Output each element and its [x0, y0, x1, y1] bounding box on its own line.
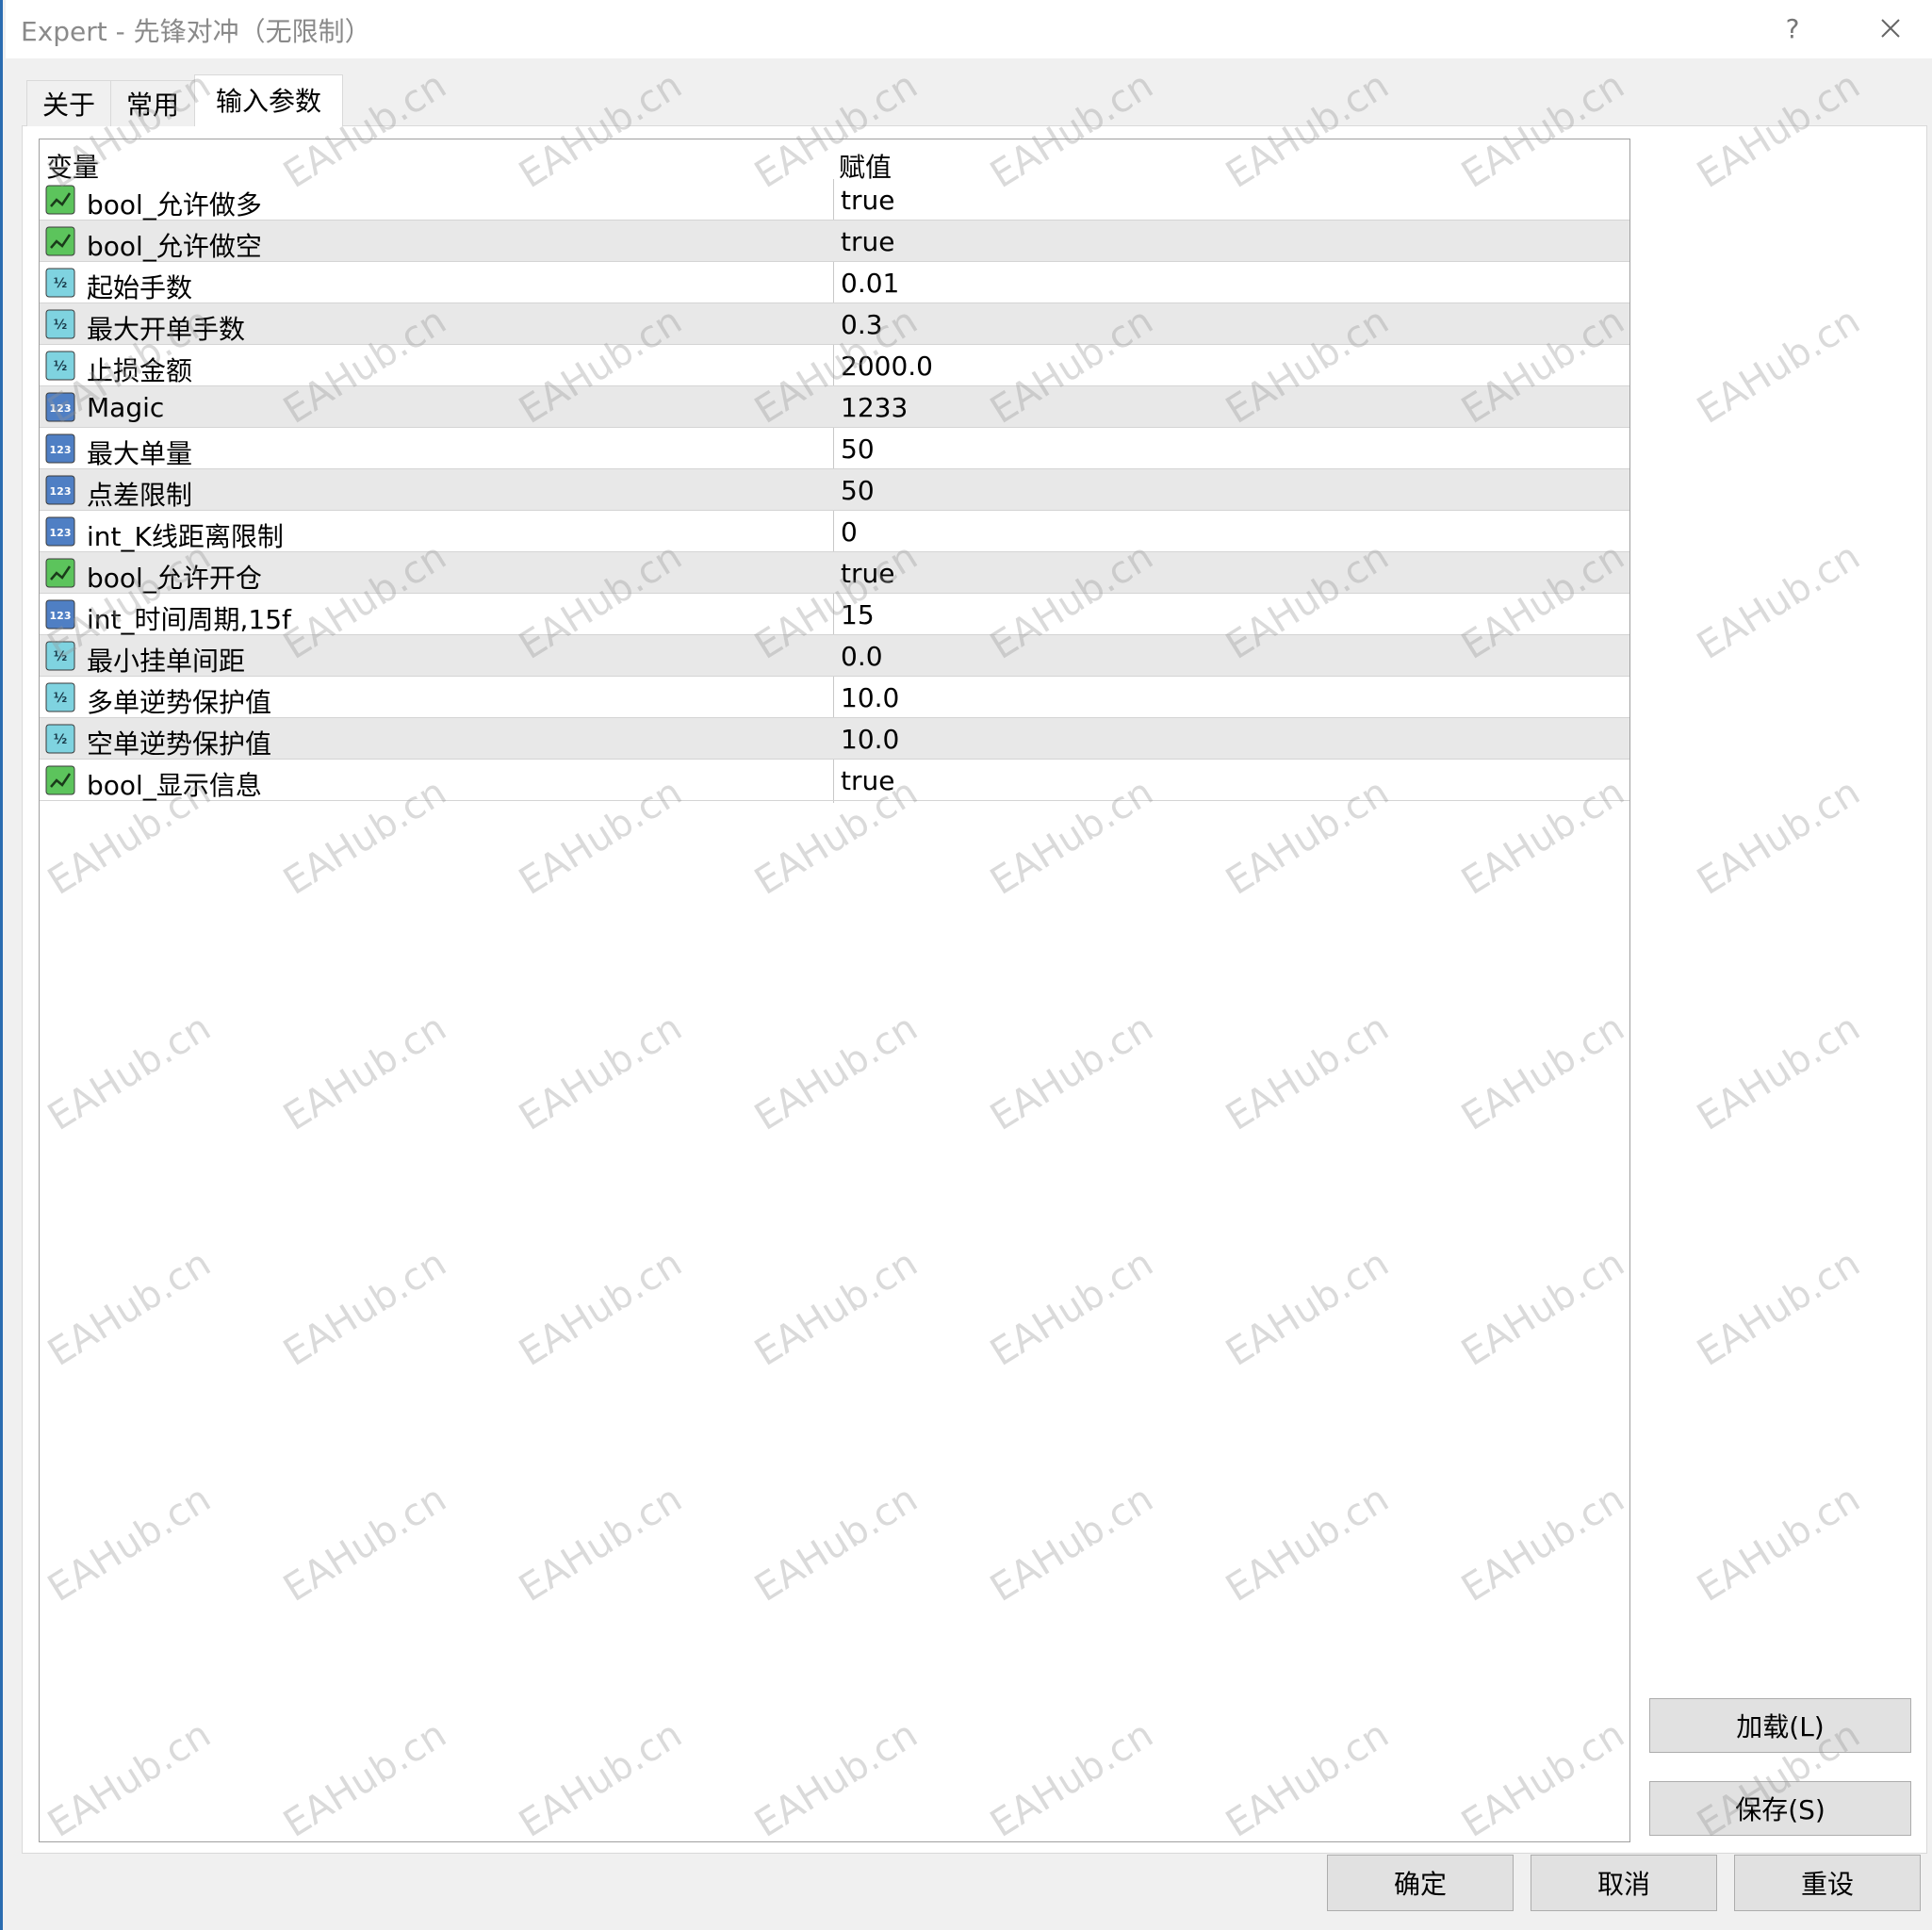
parameter-row[interactable]: ½ 最大开单手数 0.3 — [40, 303, 1629, 345]
svg-text:½: ½ — [54, 276, 68, 291]
svg-text:½: ½ — [54, 359, 68, 374]
svg-text:123: 123 — [50, 402, 72, 415]
parameter-row[interactable]: 123 Magic 1233 — [40, 386, 1629, 428]
parameter-row[interactable]: bool_显示信息 true — [40, 760, 1629, 801]
parameter-name: 空单逆势保护值 — [87, 728, 272, 760]
svg-text:123: 123 — [50, 444, 72, 456]
parameter-row[interactable]: ½ 起始手数 0.01 — [40, 262, 1629, 303]
tab-common[interactable]: 常用 — [110, 80, 196, 126]
parameter-value[interactable]: 15 — [841, 599, 875, 630]
close-button[interactable] — [1862, 8, 1919, 49]
int-icon: 123 — [45, 392, 75, 422]
parameter-value[interactable]: 2000.0 — [841, 351, 933, 382]
parameter-name: 止损金额 — [87, 355, 193, 386]
help-button[interactable]: ? — [1764, 8, 1821, 49]
grid-header: 变量 赋值 — [40, 139, 1629, 183]
svg-text:123: 123 — [50, 610, 72, 622]
parameter-row[interactable]: ½ 空单逆势保护值 10.0 — [40, 718, 1629, 760]
tab-inputs[interactable]: 输入参数 — [194, 74, 344, 126]
int-icon: 123 — [45, 433, 75, 464]
svg-text:123: 123 — [50, 485, 72, 498]
double-icon: ½ — [45, 724, 75, 754]
parameter-row[interactable]: 123 最大单量 50 — [40, 428, 1629, 469]
bool-icon — [45, 226, 75, 256]
double-icon: ½ — [45, 682, 75, 712]
window-title: Expert - 先锋对冲（无限制） — [21, 16, 371, 47]
parameter-value[interactable]: 10.0 — [841, 682, 899, 713]
parameter-name: 最大开单手数 — [87, 314, 246, 345]
parameter-name: bool_允许做多 — [87, 189, 262, 221]
int-icon: 123 — [45, 516, 75, 547]
parameter-value[interactable]: 50 — [841, 433, 875, 465]
parameter-row[interactable]: ½ 最小挂单间距 0.0 — [40, 635, 1629, 677]
parameter-row[interactable]: 123 点差限制 50 — [40, 469, 1629, 511]
save-button[interactable]: 保存(S) — [1649, 1781, 1911, 1836]
parameter-value[interactable]: 1233 — [841, 392, 908, 423]
close-icon — [1881, 19, 1900, 38]
double-icon: ½ — [45, 641, 75, 671]
parameter-value[interactable]: true — [841, 185, 894, 216]
parameter-row[interactable]: ½ 止损金额 2000.0 — [40, 345, 1629, 386]
cancel-button[interactable]: 取消 — [1531, 1855, 1717, 1911]
tab-strip: 关于 常用 输入参数 — [26, 74, 344, 126]
bool-icon — [45, 558, 75, 588]
parameter-name: bool_允许做空 — [87, 231, 262, 262]
parameter-name: 最大单量 — [87, 438, 193, 469]
tab-about[interactable]: 关于 — [26, 80, 112, 126]
load-button[interactable]: 加载(L) — [1649, 1698, 1911, 1753]
parameter-row[interactable]: 123 int_K线距离限制 0 — [40, 511, 1629, 552]
expert-dialog: Expert - 先锋对冲（无限制） ? 关于 常用 输入参数 变量 赋值 bo… — [0, 0, 1932, 1930]
svg-text:½: ½ — [54, 691, 68, 706]
bool-icon — [45, 185, 75, 215]
parameter-name: 多单逆势保护值 — [87, 687, 272, 718]
parameter-name: Magic — [87, 392, 165, 423]
parameter-name: bool_显示信息 — [87, 770, 262, 801]
parameter-row[interactable]: bool_允许做多 true — [40, 179, 1629, 221]
parameter-name: bool_允许开仓 — [87, 563, 262, 594]
ok-button[interactable]: 确定 — [1327, 1855, 1514, 1911]
parameter-name: 点差限制 — [87, 480, 193, 511]
double-icon: ½ — [45, 268, 75, 298]
parameter-row[interactable]: bool_允许开仓 true — [40, 552, 1629, 594]
reset-button[interactable]: 重设 — [1734, 1855, 1921, 1911]
parameter-value[interactable]: 50 — [841, 475, 875, 506]
int-icon: 123 — [45, 599, 75, 630]
parameter-name: int_K线距离限制 — [87, 521, 284, 552]
svg-text:123: 123 — [50, 527, 72, 539]
parameter-value[interactable]: 10.0 — [841, 724, 899, 755]
parameter-value[interactable]: true — [841, 558, 894, 589]
parameter-name: 起始手数 — [87, 272, 193, 303]
svg-text:½: ½ — [54, 649, 68, 664]
parameter-value[interactable]: true — [841, 226, 894, 257]
parameter-row[interactable]: 123 int_时间周期,15f 15 — [40, 594, 1629, 635]
double-icon: ½ — [45, 309, 75, 339]
parameter-value[interactable]: 0.01 — [841, 268, 899, 299]
parameter-value[interactable]: 0.3 — [841, 309, 883, 340]
parameters-grid: 变量 赋值 bool_允许做多 true bool_允许做空 true ½ 起始手数 0.0… — [39, 139, 1630, 1842]
title-bar: Expert - 先锋对冲（无限制） ? — [6, 0, 1932, 58]
parameter-row[interactable]: ½ 多单逆势保护值 10.0 — [40, 677, 1629, 718]
parameter-value[interactable]: true — [841, 765, 894, 796]
bool-icon — [45, 765, 75, 795]
parameter-name: int_时间周期,15f — [87, 604, 291, 635]
parameter-value[interactable]: 0.0 — [841, 641, 883, 672]
grid-rows: bool_允许做多 true bool_允许做空 true ½ 起始手数 0.01 ½ 最大开单… — [40, 179, 1629, 801]
int-icon: 123 — [45, 475, 75, 505]
parameter-name: 最小挂单间距 — [87, 646, 246, 677]
parameter-value[interactable]: 0 — [841, 516, 858, 548]
parameter-row[interactable]: bool_允许做空 true — [40, 221, 1629, 262]
svg-text:½: ½ — [54, 318, 68, 333]
svg-text:½: ½ — [54, 732, 68, 747]
double-icon: ½ — [45, 351, 75, 381]
